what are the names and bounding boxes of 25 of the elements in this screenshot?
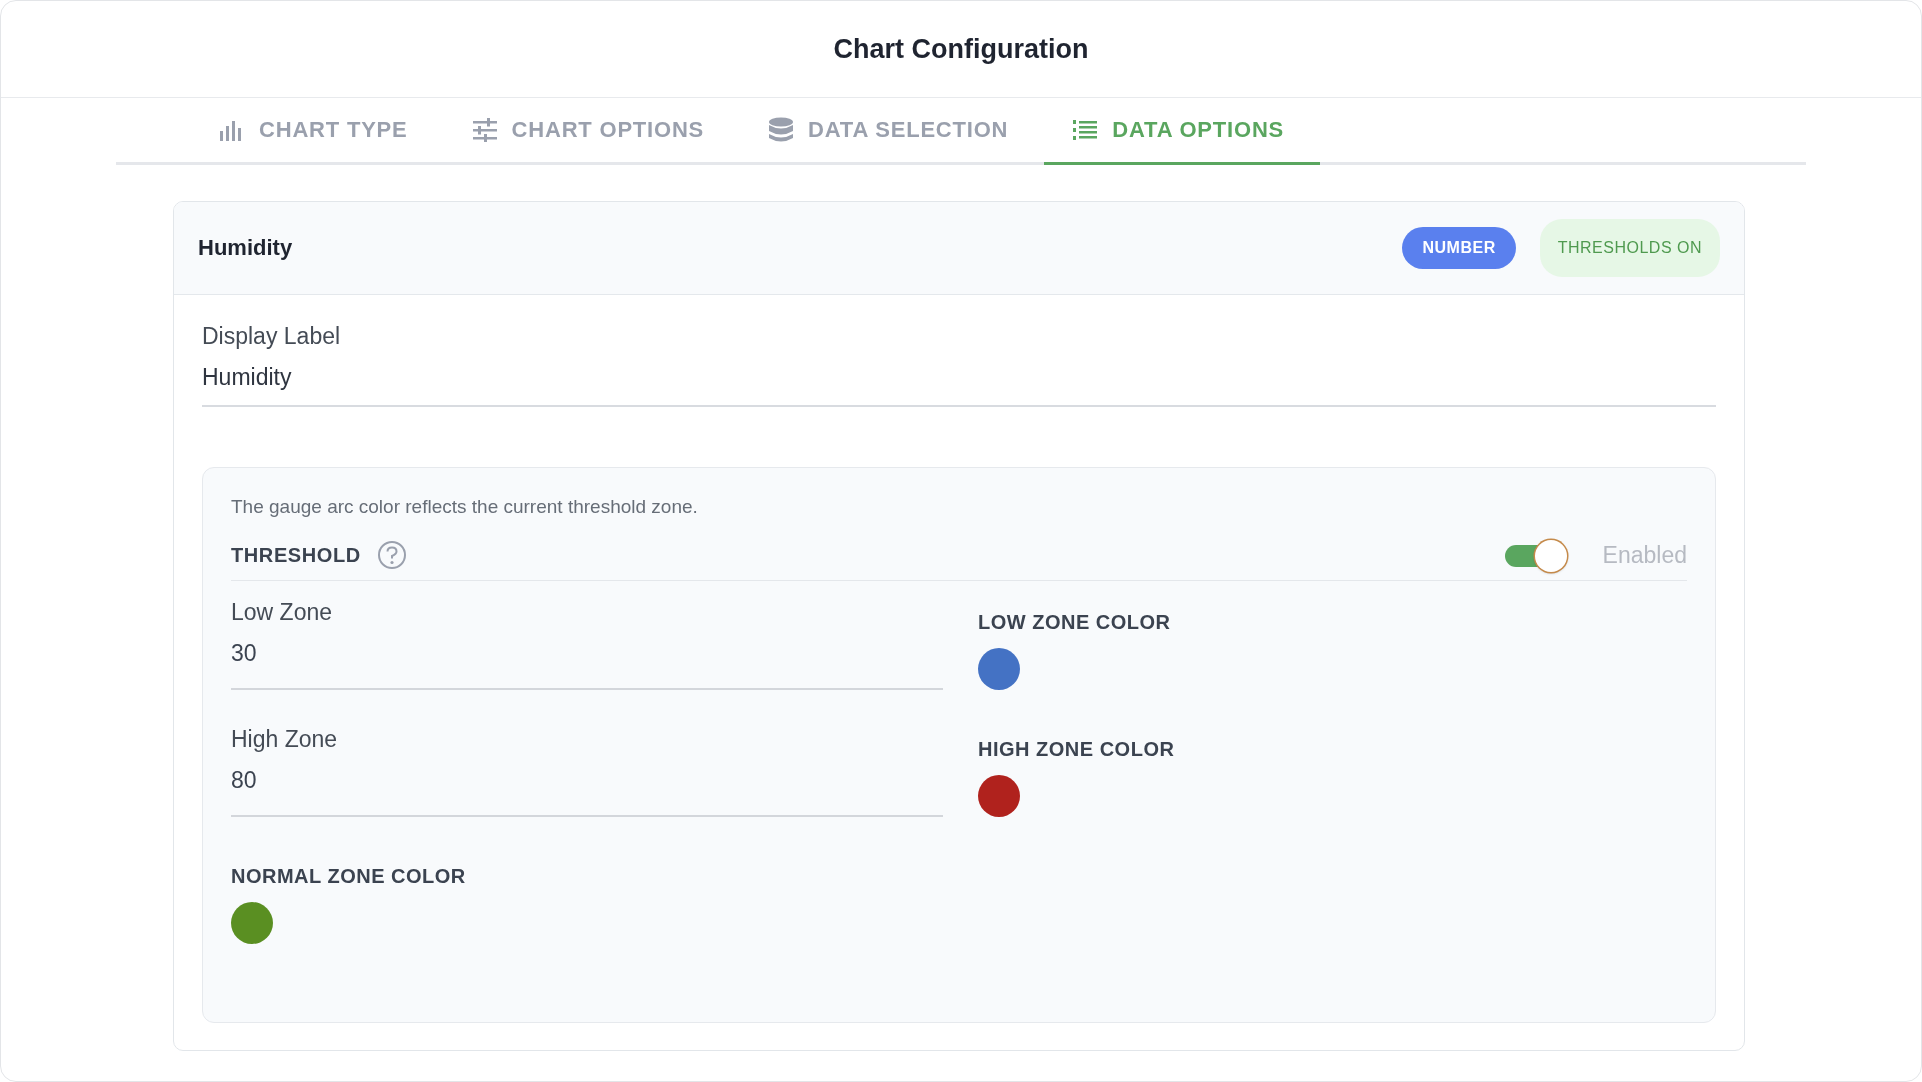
input-field[interactable]: High Zone 80	[231, 726, 943, 817]
color-swatch[interactable]	[978, 775, 1020, 817]
color-label: LOW ZONE COLOR	[978, 611, 1171, 634]
color-label: HIGH ZONE COLOR	[978, 738, 1175, 761]
card-title: Humidity	[198, 235, 294, 261]
sliders-icon	[471, 118, 498, 142]
color-swatch[interactable]	[231, 902, 273, 944]
numbered-list-icon	[1072, 119, 1099, 141]
color-swatch[interactable]	[978, 648, 1020, 690]
tab[interactable]: CHART TYPE	[191, 98, 444, 165]
input-field[interactable]: Display Label Humidity	[202, 323, 1716, 407]
input-field[interactable]: Low Zone 30	[231, 599, 943, 690]
database-icon	[768, 117, 795, 143]
tab[interactable]: CHART OPTIONS	[443, 98, 741, 165]
toggle-switch[interactable]	[1504, 540, 1567, 570]
note-text: The gauge arc color reflects the current threshold zone.	[231, 496, 699, 518]
tab[interactable]: DATA OPTIONS	[1044, 98, 1321, 165]
help-icon[interactable]	[376, 540, 407, 570]
toggle-label: Enabled	[1602, 541, 1687, 569]
section-title: THRESHOLD	[231, 543, 361, 567]
status-badge: THRESHOLDS ON	[1539, 219, 1720, 277]
type-badge: NUMBER	[1402, 227, 1516, 269]
color-label: NORMAL ZONE COLOR	[231, 865, 466, 888]
tab[interactable]: DATA SELECTION	[740, 98, 1045, 165]
window-title: Chart Configuration	[833, 33, 1089, 65]
